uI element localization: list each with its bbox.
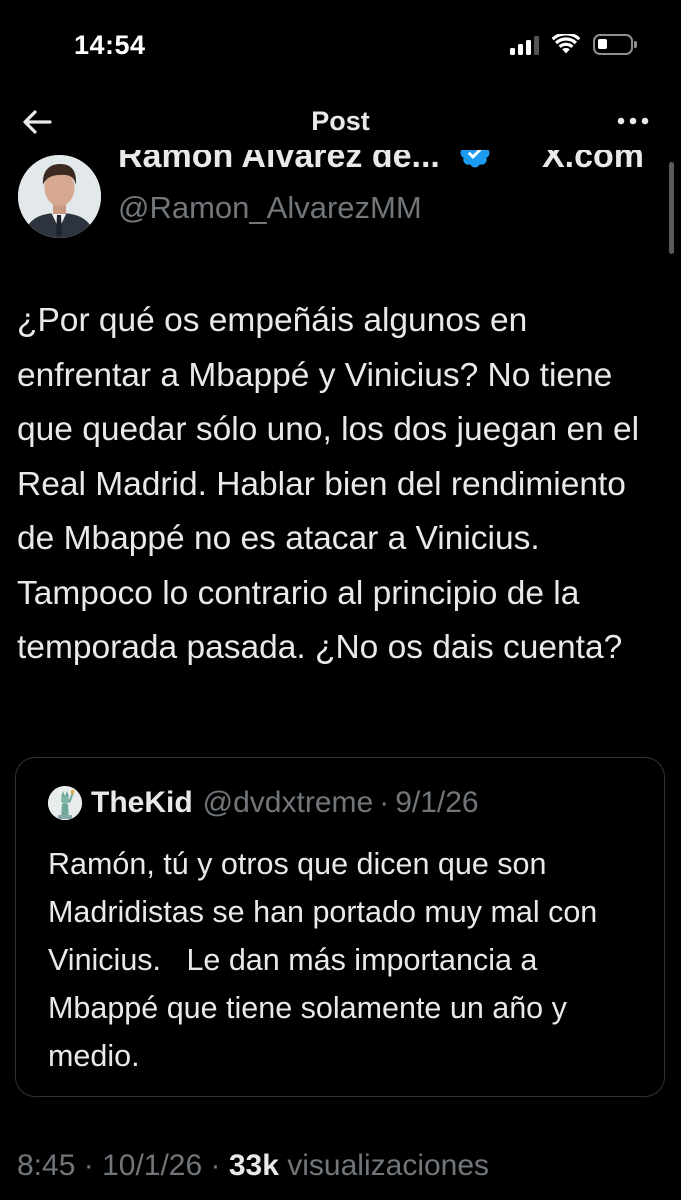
- cellular-signal-icon: [510, 35, 539, 55]
- verified-badge-icon: [460, 150, 490, 168]
- scrollbar[interactable]: [669, 162, 674, 254]
- post-date: 10/1/26: [102, 1149, 203, 1182]
- quoted-post-header: TheKid @dvdxtreme · 9/1/26: [48, 786, 479, 820]
- quoted-post-text: Ramón, tú y otros que dicen que son Madr…: [48, 847, 606, 1073]
- ellipsis-icon[interactable]: [615, 109, 651, 133]
- post-text: ¿Por qué os empeñáis algunos en enfrenta…: [17, 302, 640, 666]
- separator-dot: ·: [379, 786, 390, 819]
- author-name-row: Ramon Alvarez de... X.com: [0, 150, 681, 175]
- source-label: X.com: [542, 150, 645, 175]
- views-label[interactable]: visualizaciones: [287, 1149, 489, 1182]
- nav-bar: Post: [0, 95, 681, 150]
- post-time: 8:45: [17, 1149, 76, 1182]
- quoted-author-handle: @dvdxtreme: [202, 786, 374, 819]
- page-title: Post: [311, 106, 370, 136]
- wifi-icon: [552, 34, 580, 54]
- author-handle[interactable]: @Ramon_AlvarezMM: [118, 190, 422, 226]
- quoted-author-avatar: [48, 786, 82, 820]
- views-count: 33k: [228, 1149, 279, 1182]
- quoted-post-date: 9/1/26: [395, 786, 479, 819]
- status-bar: 14:54: [0, 0, 681, 95]
- battery-icon: [593, 34, 637, 55]
- post-meta: 8:45 · 10/1/26 · 33k visualizaciones: [17, 1149, 489, 1183]
- status-icons: [510, 34, 637, 55]
- separator-dot: ·: [210, 1149, 221, 1182]
- quoted-post[interactable]: TheKid @dvdxtreme · 9/1/26 Ramón, tú y o…: [15, 757, 665, 1097]
- separator-dot: ·: [83, 1149, 94, 1182]
- author-name[interactable]: Ramon Alvarez de...: [118, 150, 440, 175]
- status-time: 14:54: [74, 30, 146, 60]
- post-screen: 14:54 @Ramon_AlvarezMM Ramon Alvarez de.…: [0, 0, 681, 1200]
- quoted-author-name: TheKid: [91, 786, 193, 819]
